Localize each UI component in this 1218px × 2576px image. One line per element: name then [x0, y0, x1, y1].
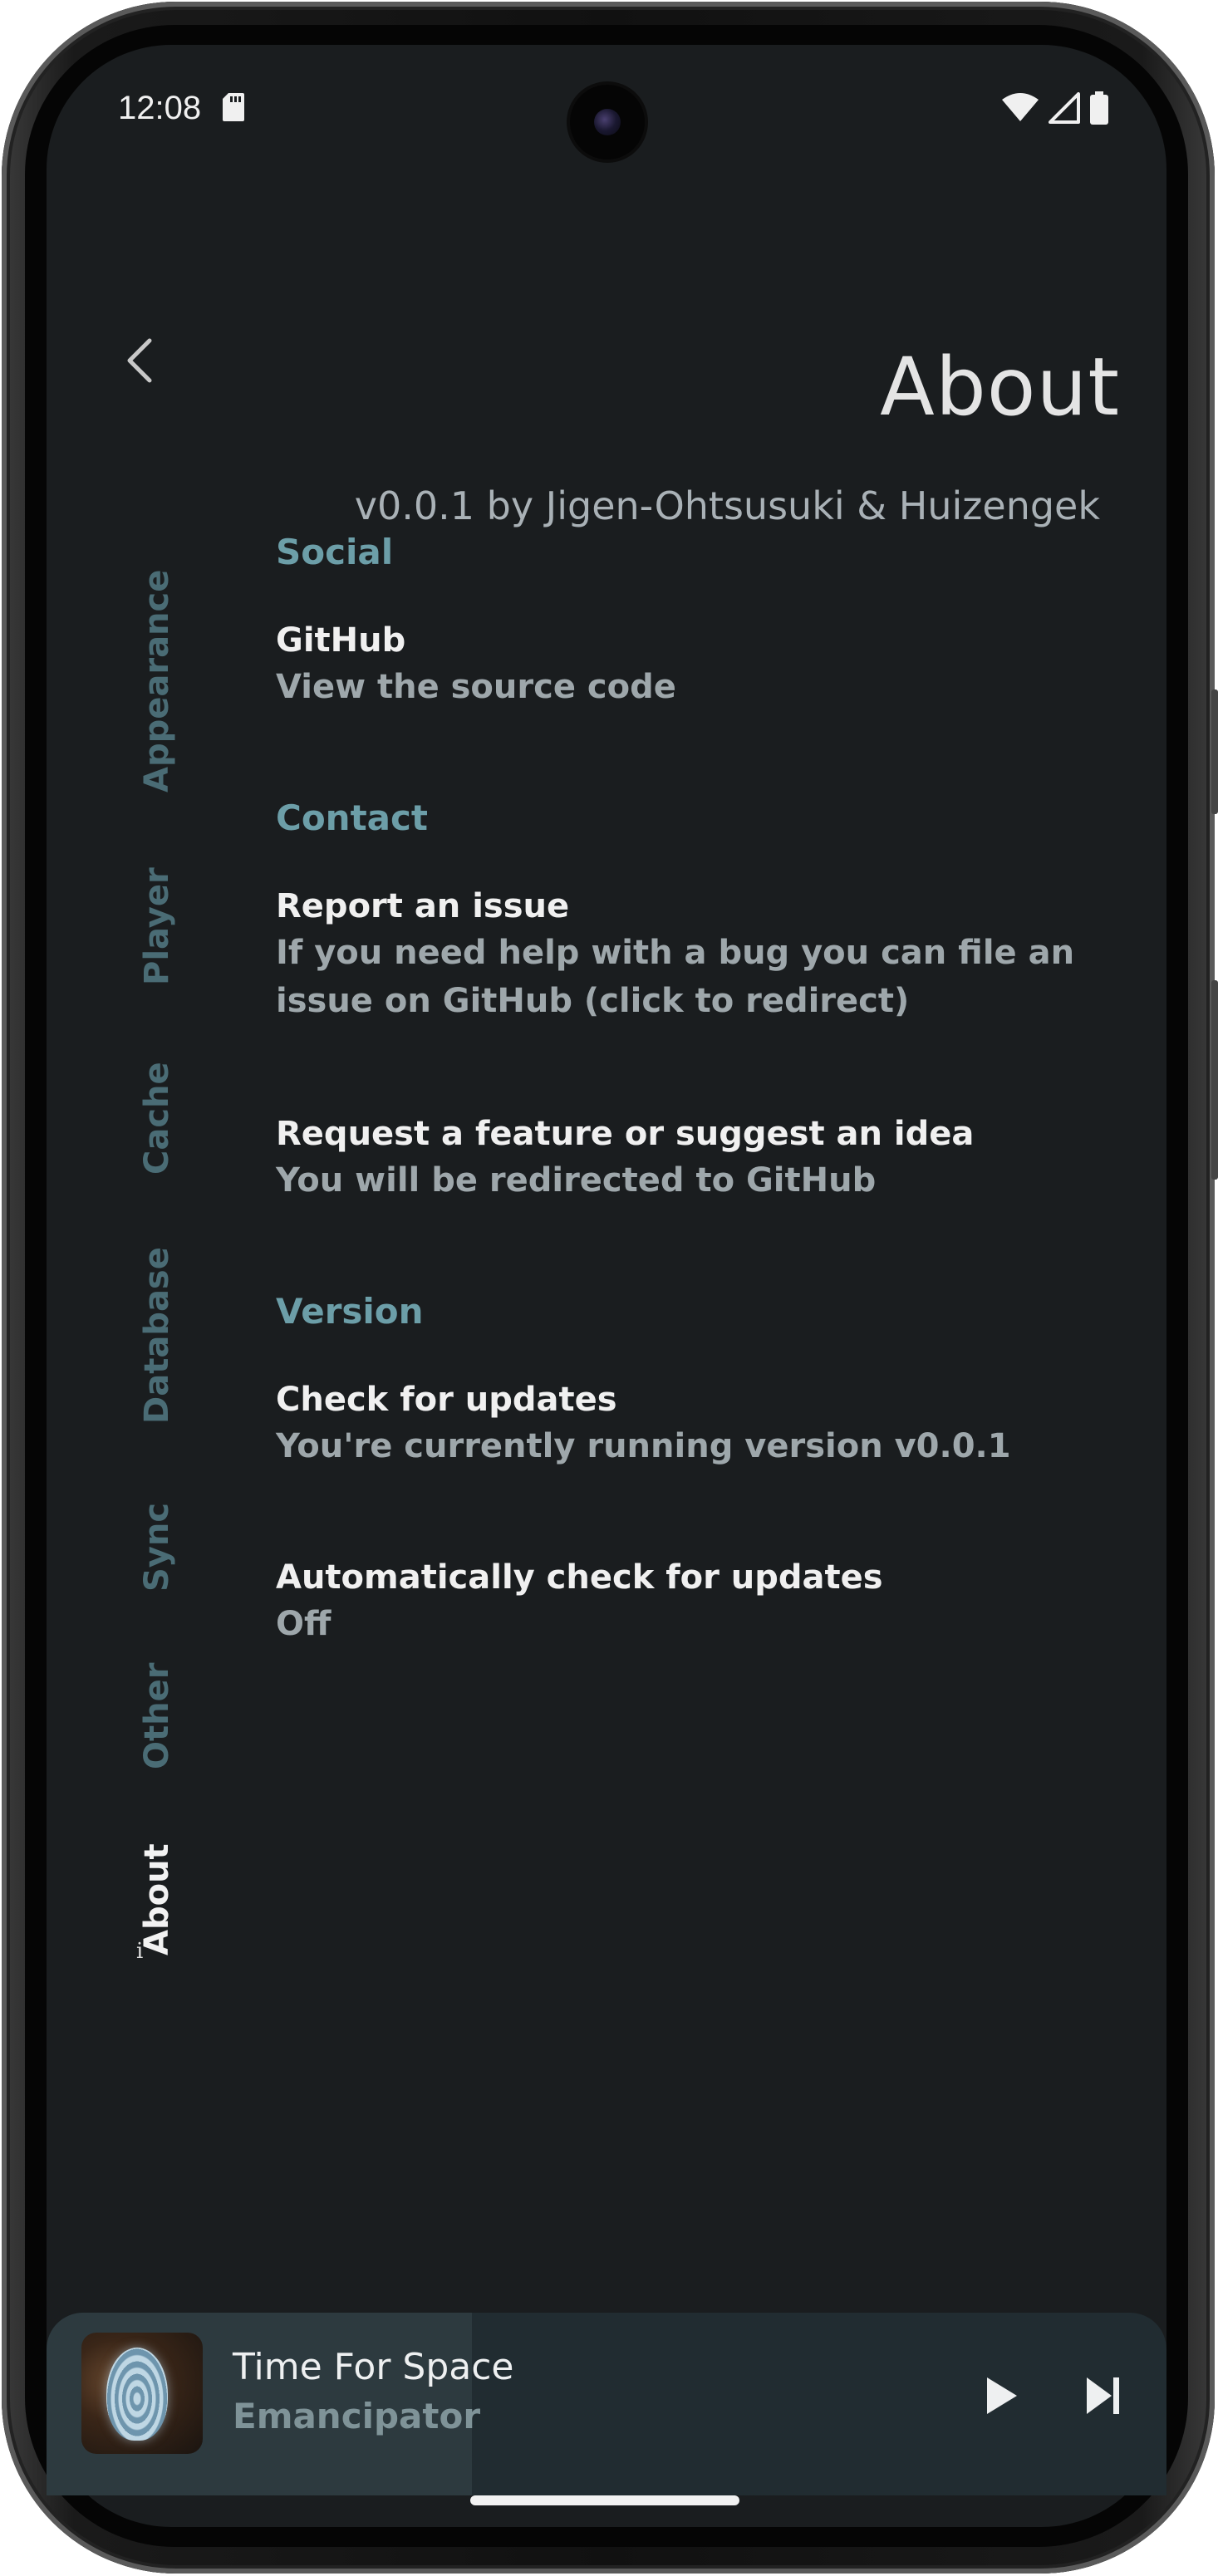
- sidebar-item-cache[interactable]: Cache: [138, 1062, 176, 1175]
- sidebar-item-appearance[interactable]: Appearance: [138, 570, 176, 792]
- pref-subtitle: You will be redirected to GitHub: [276, 1161, 877, 1200]
- sidebar-item-player[interactable]: Player: [138, 867, 176, 985]
- back-button[interactable]: [106, 327, 173, 394]
- sidebar-item-database[interactable]: Database: [138, 1247, 176, 1424]
- sd-card-icon: [223, 93, 244, 121]
- status-icons: [1002, 91, 1108, 125]
- page-title: About: [880, 341, 1120, 434]
- status-time: 12:08: [118, 90, 202, 126]
- front-camera: [570, 85, 645, 159]
- cell-signal-icon: [1049, 92, 1080, 124]
- sidebar-item-about[interactable]: About: [138, 1843, 176, 1955]
- pref-title: Report an issue: [276, 887, 570, 925]
- pref-title: Check for updates: [276, 1381, 617, 1419]
- pref-title: GitHub: [276, 621, 406, 660]
- app-screen: 12:08 About v0.0.1 by Jigen-Ohtsusuki & …: [47, 45, 1166, 2527]
- play-button[interactable]: [969, 2363, 1035, 2429]
- version-line: v0.0.1 by Jigen-Ohtsusuki & Huizengek: [354, 483, 1100, 528]
- sidebar-item-other[interactable]: Other: [138, 1663, 176, 1769]
- mini-player[interactable]: Time For Space Emancipator: [47, 2313, 1166, 2495]
- pref-title: Request a feature or suggest an idea: [276, 1115, 975, 1153]
- pref-subtitle: If you need help with a bug you can file…: [276, 934, 1075, 1020]
- section-header-contact: Contact: [276, 797, 428, 838]
- device-frame: 12:08 About v0.0.1 by Jigen-Ohtsusuki & …: [0, 0, 1218, 2576]
- home-indicator[interactable]: [470, 2495, 739, 2505]
- battery-icon: [1090, 91, 1108, 125]
- play-icon: [987, 2377, 1017, 2414]
- pref-title: Automatically check for updates: [276, 1558, 883, 1597]
- pref-subtitle: Off: [276, 1605, 332, 1643]
- chevron-left-icon: [127, 338, 152, 383]
- skip-next-icon: [1087, 2377, 1119, 2414]
- volume-button: [1211, 689, 1218, 814]
- wifi-icon: [1002, 93, 1039, 121]
- sidebar-item-sync[interactable]: Sync: [138, 1503, 176, 1592]
- power-button: [1211, 980, 1218, 1180]
- pref-subtitle: You're currently running version v0.0.1: [276, 1427, 1011, 1465]
- album-art: [81, 2333, 203, 2454]
- section-header-social: Social: [276, 532, 394, 572]
- track-title: Time For Space: [233, 2346, 514, 2388]
- track-artist: Emancipator: [233, 2396, 481, 2436]
- section-header-version: Version: [276, 1291, 424, 1332]
- skip-next-button[interactable]: [1070, 2363, 1137, 2429]
- pref-subtitle: View the source code: [276, 668, 676, 706]
